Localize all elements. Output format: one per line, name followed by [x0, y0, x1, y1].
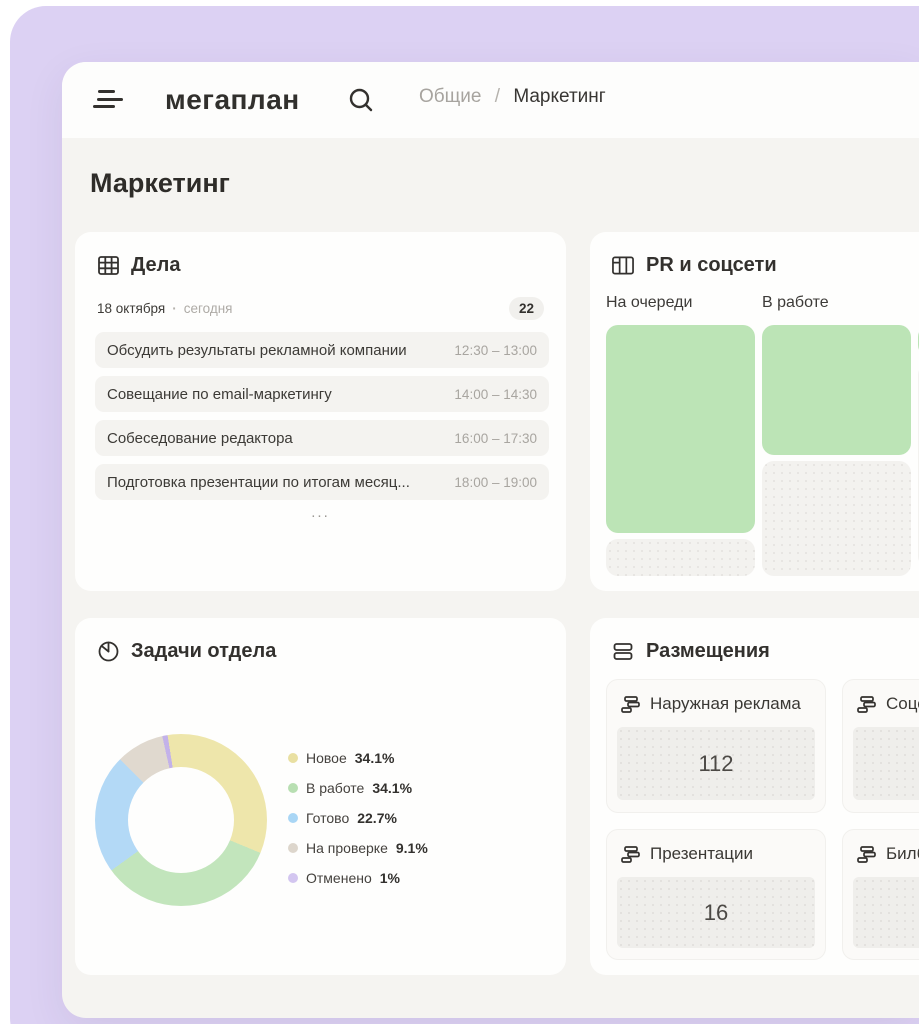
deal-row[interactable]: Обсудить результаты рекламной компании 12… [95, 332, 549, 368]
app-bar: мегаплан Общие / Маркетинг [62, 62, 919, 138]
legend-row: На проверке 9.1% [288, 838, 428, 857]
breadcrumb: Общие / Маркетинг [419, 86, 606, 108]
deal-time: 16:00 – 17:30 [454, 431, 537, 446]
deals-list: Обсудить результаты рекламной компании 12… [95, 332, 549, 500]
legend-row: Отменено 1% [288, 868, 428, 887]
stacked-rows-icon [612, 641, 634, 663]
legend-value: 22.7% [357, 810, 397, 826]
placement-label: Наружная реклама [650, 694, 801, 714]
placement-value: 112 [698, 751, 733, 777]
deals-date-note: сегодня [184, 301, 233, 316]
breadcrumb-current[interactable]: Маркетинг [513, 86, 605, 107]
kanban-task-card[interactable] [762, 325, 911, 455]
deal-title: Обсудить результаты рекламной компании [107, 342, 444, 359]
deal-row[interactable]: Подготовка презентации по итогам месяц..… [95, 464, 549, 500]
app-logo[interactable]: мегаплан [165, 84, 300, 116]
deal-title: Подготовка презентации по итогам месяц..… [107, 474, 444, 491]
legend-row: Готово 22.7% [288, 808, 428, 827]
legend-value: 34.1% [372, 780, 412, 796]
kanban-placeholder [606, 539, 755, 576]
deal-title: Совещание по email-маркетингу [107, 386, 444, 403]
placements-title: Размещения [646, 640, 770, 663]
deals-card: Дела 18 октября · сегодня 22 Обсудить ре… [75, 232, 566, 591]
placement-value-box: 112 [617, 727, 815, 800]
placement-label: Билборды [886, 844, 919, 864]
placement-label: Презентации [650, 844, 753, 864]
kanban-column-blocks [606, 325, 755, 576]
legend-dot [288, 843, 298, 853]
kanban-placeholder [762, 461, 911, 576]
flow-bars-icon [621, 696, 640, 713]
deal-time: 18:00 – 19:00 [454, 475, 537, 490]
legend-label: Новое [306, 750, 347, 766]
legend-row: В работе 34.1% [288, 778, 428, 797]
app-window: мегаплан Общие / Маркетинг Маркетинг [62, 62, 919, 1018]
kanban-columns: На очередиВ работеПроверка [606, 294, 919, 576]
page-title: Маркетинг [90, 168, 230, 199]
deal-time: 14:00 – 14:30 [454, 387, 537, 402]
pr-kanban-title: PR и соцсети [646, 254, 777, 277]
deal-row[interactable]: Собеседование редактора 16:00 – 17:30 [95, 420, 549, 456]
kanban-column: В работе [762, 294, 911, 576]
legend-label: Готово [306, 810, 349, 826]
flow-bars-icon [621, 846, 640, 863]
placement-card[interactable]: Билборды [842, 829, 919, 960]
kanban-column-blocks [762, 325, 911, 576]
legend-value: 9.1% [396, 840, 428, 856]
placement-value-box [853, 727, 919, 800]
legend-row: Новое 34.1% [288, 748, 428, 767]
placement-card[interactable]: Соцсети [842, 679, 919, 813]
kanban-column: На очереди [606, 294, 755, 576]
deals-count-badge: 22 [509, 297, 544, 320]
placements-card: Размещения Наружная реклама 112 Соцсети Пре… [590, 618, 919, 975]
flow-bars-icon [857, 846, 876, 863]
kanban-column-label: На очереди [606, 294, 755, 318]
deals-date: 18 октября [97, 301, 165, 316]
placement-card-header: Презентации [621, 844, 753, 864]
placement-value: 16 [704, 900, 728, 926]
legend-value: 34.1% [355, 750, 395, 766]
tasks-donut-chart [95, 734, 267, 906]
placement-card-header: Наружная реклама [621, 694, 801, 714]
legend-dot [288, 783, 298, 793]
kanban-task-card[interactable] [606, 325, 755, 533]
table-grid-icon [97, 255, 119, 277]
deal-row[interactable]: Совещание по email-маркетингу 14:00 – 14:… [95, 376, 549, 412]
placement-value-box [853, 877, 919, 948]
flow-bars-icon [857, 696, 876, 713]
kanban-board-icon [612, 255, 634, 277]
department-tasks-card: Задачи отдела Новое 34.1% В работе 34.1% Гот… [75, 618, 566, 975]
screen: мегаплан Общие / Маркетинг Маркетинг [0, 0, 919, 1024]
placement-card-header: Билборды [857, 844, 919, 864]
kanban-column-label: В работе [762, 294, 911, 318]
breadcrumb-parent[interactable]: Общие [419, 86, 481, 107]
legend-value: 1% [380, 870, 400, 886]
menu-icon[interactable] [93, 90, 123, 110]
tasks-legend: Новое 34.1% В работе 34.1% Готово 22.7% На про… [288, 748, 428, 887]
placement-card[interactable]: Презентации 16 [606, 829, 826, 960]
department-tasks-title: Задачи отдела [131, 640, 276, 663]
deals-date-row: 18 октября · сегодня 22 [97, 296, 544, 320]
deals-card-title: Дела [131, 254, 180, 277]
pie-chart-icon [97, 641, 119, 663]
legend-label: В работе [306, 780, 364, 796]
legend-dot [288, 873, 298, 883]
deals-date-separator: · [172, 301, 177, 316]
search-icon[interactable] [345, 84, 377, 116]
breadcrumb-separator: / [495, 86, 500, 107]
legend-label: На проверке [306, 840, 388, 856]
deal-time: 12:30 – 13:00 [454, 343, 537, 358]
legend-dot [288, 813, 298, 823]
deals-more-button[interactable]: ... [75, 504, 566, 521]
placement-value-box: 16 [617, 877, 815, 948]
placement-card[interactable]: Наружная реклама 112 [606, 679, 826, 813]
pr-kanban-card: PR и соцсети На очередиВ работеПроверка [590, 232, 919, 591]
placements-grid: Наружная реклама 112 Соцсети Презентации 16 Б… [606, 679, 919, 960]
deal-title: Собеседование редактора [107, 430, 444, 447]
legend-label: Отменено [306, 870, 372, 886]
donut-hole [128, 767, 234, 873]
placement-card-header: Соцсети [857, 694, 919, 714]
legend-dot [288, 753, 298, 763]
placement-label: Соцсети [886, 694, 919, 714]
